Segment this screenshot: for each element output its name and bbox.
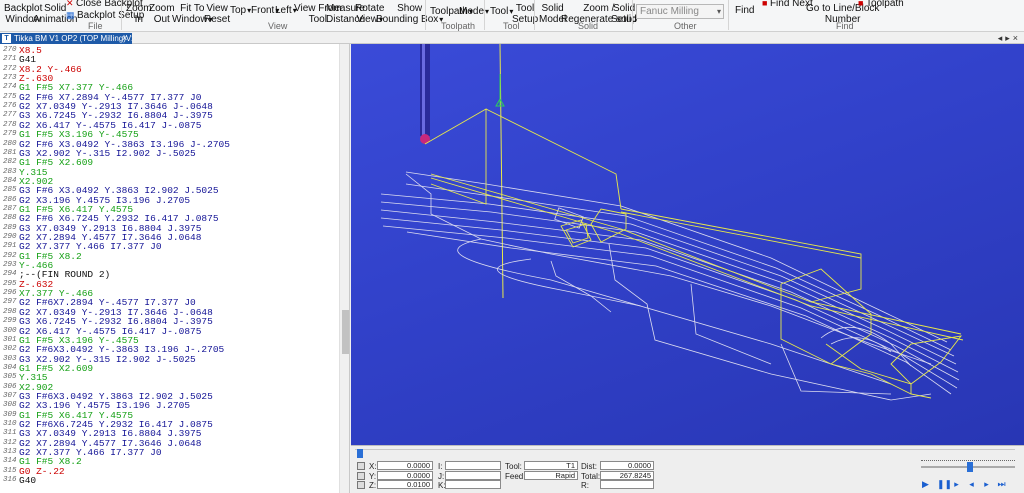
machine-type-select[interactable]: Fanuc Milling ▾ <box>636 4 724 19</box>
previous-icon: ■ <box>858 0 866 8</box>
code-text: G40 <box>19 475 37 487</box>
cutting-tool <box>420 44 430 144</box>
total-label: Total: <box>581 472 601 481</box>
x-axis-icon <box>357 462 365 470</box>
playback-position-slider[interactable] <box>355 449 1015 458</box>
tool-dropdown[interactable]: Tool <box>490 6 513 17</box>
group-label-solid: Solid <box>578 21 599 31</box>
next-tool-icon[interactable]: ▸ <box>982 480 991 489</box>
y-label: Y: <box>369 472 377 481</box>
solid-setup-button[interactable]: Solid Setup <box>611 3 637 25</box>
r-label: R: <box>581 481 589 490</box>
backplot-viewport[interactable] <box>351 44 1024 445</box>
pause-icon[interactable]: ❚❚ <box>937 480 952 489</box>
backplot-info-panel: X: Y: Z: 0.0000 0.0000 0.0100 I: J: K: T… <box>351 445 1024 493</box>
tab-navigation-controls[interactable]: ◂▸× <box>998 33 1021 44</box>
y-axis-icon <box>357 472 365 480</box>
feed-label: Feed: <box>505 472 526 481</box>
r-value <box>600 480 654 489</box>
axis-indicator <box>495 44 505 299</box>
toolpath-drawing <box>380 44 964 401</box>
x-label: X: <box>369 462 377 471</box>
z-axis-icon <box>357 481 365 489</box>
group-label-view: View <box>268 21 288 31</box>
document-tab[interactable]: T Tikka BM V1 OP2 (TOP Milling)V2.NC <box>0 33 132 44</box>
total-value: 267.8245 <box>600 471 654 480</box>
k-value <box>445 480 501 489</box>
i-value <box>445 461 501 470</box>
z-label: Z: <box>369 481 377 490</box>
zoom-in-button[interactable]: Zoom In <box>126 3 152 25</box>
playback-slider-thumb[interactable] <box>357 449 363 458</box>
zoom-out-button[interactable]: Zoom Out <box>149 3 175 25</box>
document-tab-title: Tikka BM V1 OP2 (TOP Milling)V2.NC <box>14 34 132 43</box>
x-value: 0.0000 <box>377 461 433 470</box>
line-number: 316 <box>3 476 17 485</box>
group-label-other: Other <box>674 21 697 31</box>
group-label-toolpath: Toolpath <box>441 21 476 31</box>
group-label-tool: Tool <box>503 21 520 31</box>
tool-value: T1 <box>524 461 578 470</box>
speed-slider-thumb[interactable] <box>967 462 973 472</box>
group-label-file: File <box>88 21 103 31</box>
toolpath-cutting-moves <box>380 171 960 401</box>
toolpath-rapid-moves <box>424 108 964 399</box>
ribbon-toolbar: Backplot Window Solid Animation ✕ Close Ba… <box>0 0 1024 32</box>
dist-label: Dist: <box>581 462 597 471</box>
editor-scrollbar-thumb[interactable] <box>342 310 349 354</box>
nc-code-editor[interactable]: 270 X8.5 271 G41 272 X8.2 Y-.466 273 Z-.630 274 G… <box>0 44 350 493</box>
tool-label: Tool: <box>505 462 522 471</box>
j-label: J: <box>438 472 445 481</box>
find-next-icon: ■ <box>762 0 770 8</box>
editor-vertical-scrollbar[interactable] <box>339 44 349 493</box>
tab-close-icon[interactable]: × <box>122 33 127 43</box>
play-icon[interactable]: ▶ <box>921 480 930 489</box>
step-back-icon[interactable]: ◂ <box>967 480 976 489</box>
z-value: 0.0100 <box>377 480 433 489</box>
dist-value: 0.0000 <box>600 461 654 470</box>
chevron-down-icon: ▾ <box>716 7 721 16</box>
to-end-icon[interactable]: ⏭ <box>997 480 1006 489</box>
top-view-button[interactable]: Top <box>230 5 251 16</box>
group-label-find: Find <box>836 21 854 31</box>
j-value <box>445 471 501 480</box>
previous-tool-change-button[interactable]: ■ Toolpath <box>858 0 904 9</box>
i-label: I: <box>438 462 443 471</box>
step-forward-icon[interactable]: ▸ <box>952 480 961 489</box>
feed-value: Rapid <box>524 471 578 480</box>
setup-icon: ▦ <box>66 10 78 20</box>
nc-file-icon: T <box>2 34 11 43</box>
close-icon: ✕ <box>66 0 77 8</box>
view-reset-button[interactable]: View Reset <box>204 3 230 25</box>
find-button[interactable]: Find <box>735 5 754 16</box>
document-tab-bar: T Tikka BM V1 OP2 (TOP Milling)V2.NC × ◂… <box>0 33 1024 44</box>
y-value: 0.0000 <box>377 471 433 480</box>
